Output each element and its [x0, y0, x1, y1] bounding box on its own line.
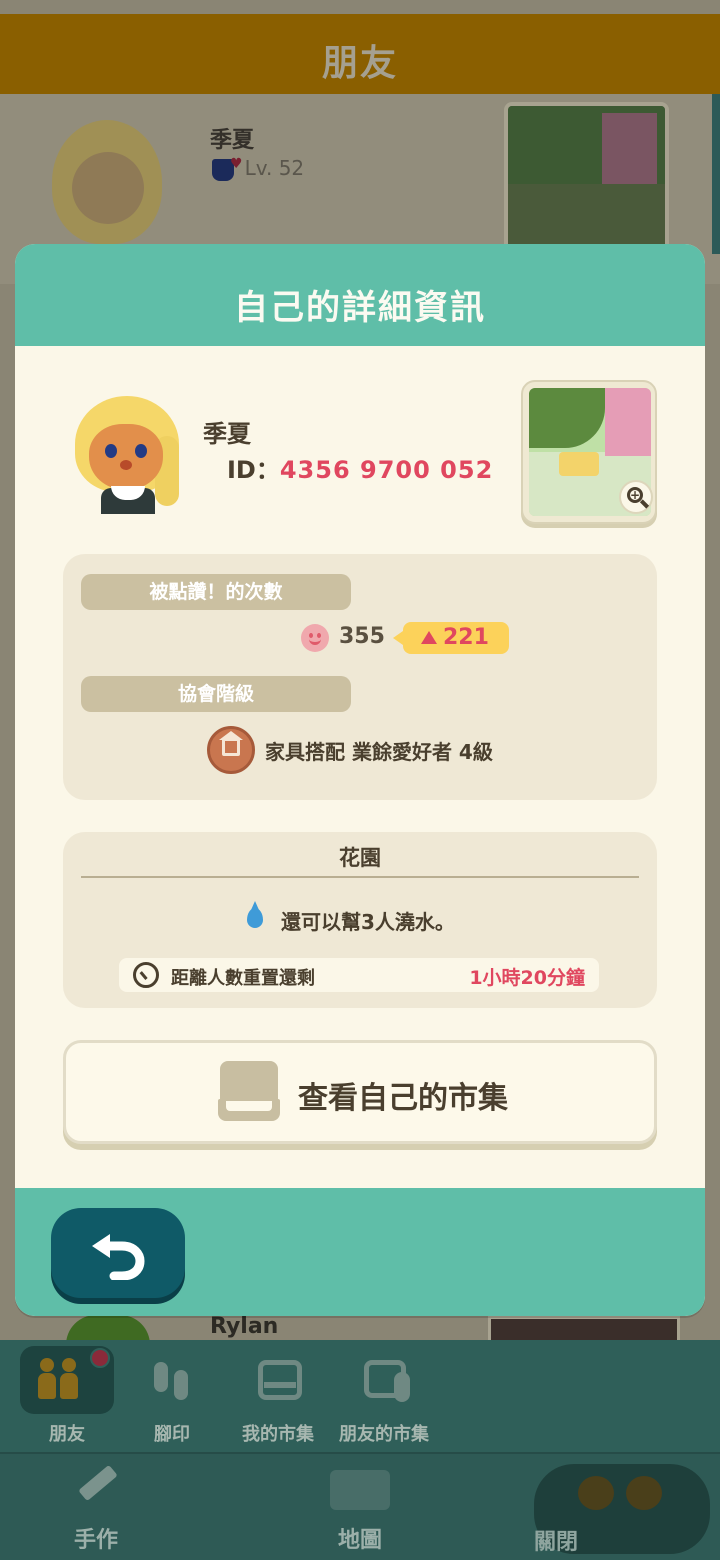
tab-friends-market[interactable]: 朋友的市集: [334, 1340, 434, 1452]
modal-title: 自己的詳細資訊: [234, 288, 486, 328]
player-name: 季夏: [203, 420, 251, 448]
bronze-house-badge-icon: [207, 726, 255, 774]
room-thumbnail[interactable]: +: [521, 380, 657, 524]
tab-footprints[interactable]: 腳印: [122, 1340, 222, 1452]
craft-label: 手作: [73, 1528, 118, 1553]
like-count: 355: [339, 624, 385, 649]
view-my-market-button[interactable]: 查看自己的市集: [63, 1040, 657, 1144]
water-drop-icon: [247, 901, 263, 928]
tab-my-market[interactable]: 我的市集: [228, 1340, 328, 1452]
bottom-bar: 手作 地圖 關閉: [0, 1452, 720, 1560]
view-my-market-label: 查看自己的市集: [298, 1081, 508, 1116]
map-icon: [330, 1470, 390, 1510]
self-details-modal: 自己的詳細資訊 季夏 ID：4356 9700 052 + 被點讚！的次數 35…: [15, 244, 705, 1316]
map-label: 地圖: [337, 1528, 382, 1553]
close-button[interactable]: 關閉: [534, 1464, 710, 1555]
player-id-label: ID：: [227, 456, 280, 484]
close-label: 關閉: [534, 1530, 579, 1555]
garden-title: 花園: [339, 846, 381, 870]
smile-icon: [301, 624, 329, 652]
friend-avatar-face: [72, 152, 144, 224]
market-stall-icon: [218, 1061, 280, 1123]
association-label: 協會階級: [81, 676, 351, 712]
page-header: 朋友: [0, 14, 720, 94]
friend-room-thumbnail: [504, 102, 669, 252]
player-id-value: 4356 9700 052: [279, 456, 494, 484]
craft-button[interactable]: 手作: [6, 1454, 186, 1560]
map-button[interactable]: 地圖: [270, 1454, 450, 1560]
modal-header: 自己的詳細資訊: [15, 244, 705, 346]
tab-label-friends-market: 朋友的市集: [339, 1424, 429, 1445]
tab-label-my-market: 我的市集: [242, 1424, 314, 1445]
avatar: [71, 396, 191, 514]
friends-icon: [38, 1358, 78, 1402]
next-friend-name: Rylan: [210, 1314, 279, 1339]
heart-icon: ♥: [230, 156, 243, 172]
market-stall-icon: [258, 1360, 302, 1404]
scroll-indicator: [712, 94, 720, 254]
garden-card: 花園 還可以幫3人澆水。 距離人數重置還剩 1小時20分鐘: [63, 832, 657, 1008]
friend-level: ♥ Lv. 52: [212, 156, 304, 181]
reset-label: 距離人數重置還剩: [171, 968, 315, 989]
modal-footer: [15, 1188, 705, 1316]
watering-remaining-text: 還可以幫3人澆水。: [281, 910, 455, 934]
likes-card: 被點讚！的次數 355 221 協會階級 家具搭配 業餘愛好者 4級: [63, 554, 657, 800]
tab-label-footprints: 腳印: [154, 1424, 190, 1445]
player-id: ID：4356 9700 052: [227, 450, 493, 485]
character-icon: [578, 1476, 614, 1510]
next-friend-room-thumbnail: [488, 1316, 680, 1342]
craft-icon: [78, 1464, 118, 1502]
notification-dot: [90, 1348, 110, 1368]
divider: [81, 876, 639, 878]
association-rank: 家具搭配 業餘愛好者 4級: [265, 740, 493, 764]
back-arrow-icon: [92, 1234, 145, 1280]
friend-name: 季夏: [210, 128, 255, 153]
footprints-icon: [152, 1360, 192, 1404]
like-increase-value: 221: [443, 625, 489, 650]
back-button[interactable]: [51, 1208, 185, 1298]
zoom-in-icon[interactable]: +: [619, 480, 653, 514]
timer-icon: [133, 962, 159, 988]
up-arrow-icon: [421, 631, 437, 644]
friend-level-text: Lv. 52: [244, 156, 305, 180]
likes-label: 被點讚！的次數: [81, 574, 351, 610]
reset-time-value: 1小時20分鐘: [469, 967, 585, 989]
like-increase-badge: 221: [393, 622, 509, 654]
character-icon: [626, 1476, 662, 1510]
friends-market-icon: [364, 1360, 410, 1404]
page-title: 朋友: [321, 43, 398, 84]
tab-bar: 朋友 腳印 我的市集 朋友的市集: [0, 1340, 720, 1452]
reset-timer-row: 距離人數重置還剩 1小時20分鐘: [119, 958, 599, 992]
